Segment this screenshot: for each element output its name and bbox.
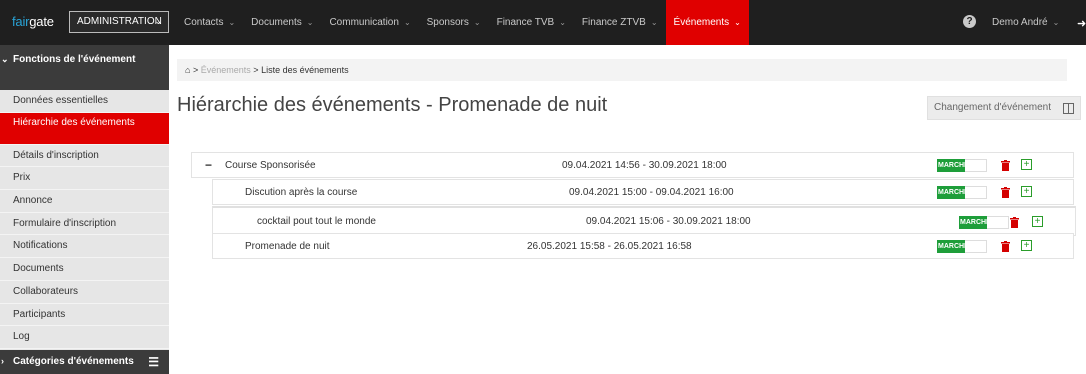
sidebar-categories-header[interactable]: › Catégories d'événements ☰	[0, 350, 169, 374]
trash-icon[interactable]	[1010, 217, 1019, 228]
plus-icon[interactable]: +	[1021, 186, 1032, 197]
chevron-down-icon: ⌄	[1052, 18, 1060, 27]
chevron-down-icon: ⌄	[154, 16, 162, 26]
columns-icon	[1063, 103, 1074, 114]
page-title: Hiérarchie des événements - Promenade de…	[177, 94, 608, 116]
chevron-down-icon: ⌄	[1, 54, 9, 64]
sidebar-item-log[interactable]: Log	[0, 326, 169, 349]
administration-dropdown[interactable]: ADMINISTRATION ⌄	[69, 11, 169, 33]
change-event-button[interactable]: Changement d'événement	[927, 96, 1081, 120]
status-badge: MARCHÉ	[937, 186, 965, 199]
trash-icon[interactable]	[1001, 241, 1010, 252]
event-name[interactable]: Course Sponsorisée	[225, 160, 316, 171]
fairgate-logo[interactable]: fairgate	[12, 14, 54, 29]
home-icon[interactable]: ⌂	[185, 65, 190, 75]
plus-icon[interactable]: +	[1021, 159, 1032, 170]
sidebar: ⌄ Fonctions de l'événement Données essen…	[0, 45, 169, 374]
sidebar-item-participants[interactable]: Participants	[0, 304, 169, 327]
nav-sponsors[interactable]: Sponsors ⌄	[419, 0, 489, 45]
chevron-down-icon: ⌄	[734, 18, 741, 27]
chevron-down-icon: ⌄	[473, 18, 481, 27]
logout-icon[interactable]: ➜	[1077, 17, 1086, 30]
event-row[interactable]: cocktail pout tout le monde 09.04.2021 1…	[212, 206, 1076, 236]
sidebar-item-annonce[interactable]: Annonce	[0, 190, 169, 213]
event-row[interactable]: Promenade de nuit 26.05.2021 15:58 - 26.…	[212, 233, 1074, 259]
status-toggle[interactable]: MARCHÉ	[937, 159, 987, 172]
trash-icon[interactable]	[1001, 160, 1010, 171]
plus-icon[interactable]: +	[1021, 240, 1032, 251]
event-row[interactable]: Discution après la course 09.04.2021 15:…	[212, 179, 1074, 205]
status-toggle[interactable]: MARCHÉ	[937, 186, 987, 199]
breadcrumb: ⌂ > Événements > Liste des événements	[177, 59, 1067, 81]
chevron-down-icon: ⌄	[559, 18, 566, 27]
sidebar-section-header[interactable]: ⌄ Fonctions de l'événement	[0, 45, 169, 90]
nav-contacts[interactable]: Contacts ⌄	[176, 0, 243, 45]
administration-label: ADMINISTRATION	[77, 16, 162, 27]
status-badge: MARCHÉ	[937, 240, 965, 253]
sidebar-item-formulaire[interactable]: Formulaire d'inscription	[0, 213, 169, 236]
event-name[interactable]: cocktail pout tout le monde	[257, 216, 376, 227]
status-badge: MARCHÉ	[959, 216, 987, 229]
chevron-down-icon: ⌄	[306, 18, 314, 27]
nav-communication[interactable]: Communication ⌄	[321, 0, 418, 45]
event-name[interactable]: Promenade de nuit	[245, 241, 330, 252]
sidebar-item-notifications[interactable]: Notifications	[0, 235, 169, 259]
chevron-down-icon: ⌄	[650, 18, 658, 27]
nav-finance-ztvb[interactable]: Finance ZTVB ⌄	[574, 0, 666, 45]
top-navbar: fairgate ADMINISTRATION ⌄ Contacts ⌄ Docu…	[0, 0, 1086, 45]
nav-documents[interactable]: Documents ⌄	[243, 0, 321, 45]
event-dates: 09.04.2021 14:56 - 30.09.2021 18:00	[562, 160, 727, 171]
sidebar-item-documents[interactable]: Documents	[0, 258, 169, 281]
chevron-down-icon: ⌄	[228, 18, 236, 27]
user-menu[interactable]: Demo André ⌄	[992, 17, 1059, 28]
sidebar-item-details-inscription[interactable]: Détails d'inscription	[0, 145, 169, 168]
sidebar-item-hierarchie[interactable]: Hiérarchie des événements	[0, 112, 169, 145]
event-dates: 26.05.2021 15:58 - 26.05.2021 16:58	[527, 241, 692, 252]
event-dates: 09.04.2021 15:00 - 09.04.2021 16:00	[569, 187, 734, 198]
breadcrumb-current: Liste des événements	[261, 65, 349, 75]
event-dates: 09.04.2021 15:06 - 30.09.2021 18:00	[586, 216, 751, 227]
event-hierarchy-tree: − Course Sponsorisée 09.04.2021 14:56 - …	[191, 152, 1076, 259]
event-row[interactable]: − Course Sponsorisée 09.04.2021 14:56 - …	[191, 152, 1074, 178]
help-icon[interactable]: ?	[963, 15, 976, 28]
main-nav: Contacts ⌄ Documents ⌄ Communication ⌄ Spon…	[176, 0, 749, 45]
menu-icon[interactable]: ☰	[148, 355, 159, 369]
status-badge: MARCHÉ	[937, 159, 965, 172]
chevron-down-icon: ⌄	[403, 18, 411, 27]
status-toggle[interactable]: MARCHÉ	[959, 216, 1009, 229]
sidebar-item-collaborateurs[interactable]: Collaborateurs	[0, 281, 169, 304]
sidebar-item-donnees-essentielles[interactable]: Données essentielles	[0, 90, 169, 113]
chevron-right-icon: ›	[1, 356, 4, 366]
nav-finance-tvb[interactable]: Finance TVB ⌄	[489, 0, 574, 45]
nav-evenements[interactable]: Événements ⌄	[665, 0, 749, 45]
trash-icon[interactable]	[1001, 187, 1010, 198]
breadcrumb-evenements[interactable]: Événements	[201, 65, 251, 75]
sidebar-item-prix[interactable]: Prix	[0, 167, 169, 191]
plus-icon[interactable]: +	[1032, 216, 1043, 227]
status-toggle[interactable]: MARCHÉ	[937, 240, 987, 253]
event-name[interactable]: Discution après la course	[245, 187, 357, 198]
collapse-minus-icon[interactable]: −	[205, 158, 212, 172]
